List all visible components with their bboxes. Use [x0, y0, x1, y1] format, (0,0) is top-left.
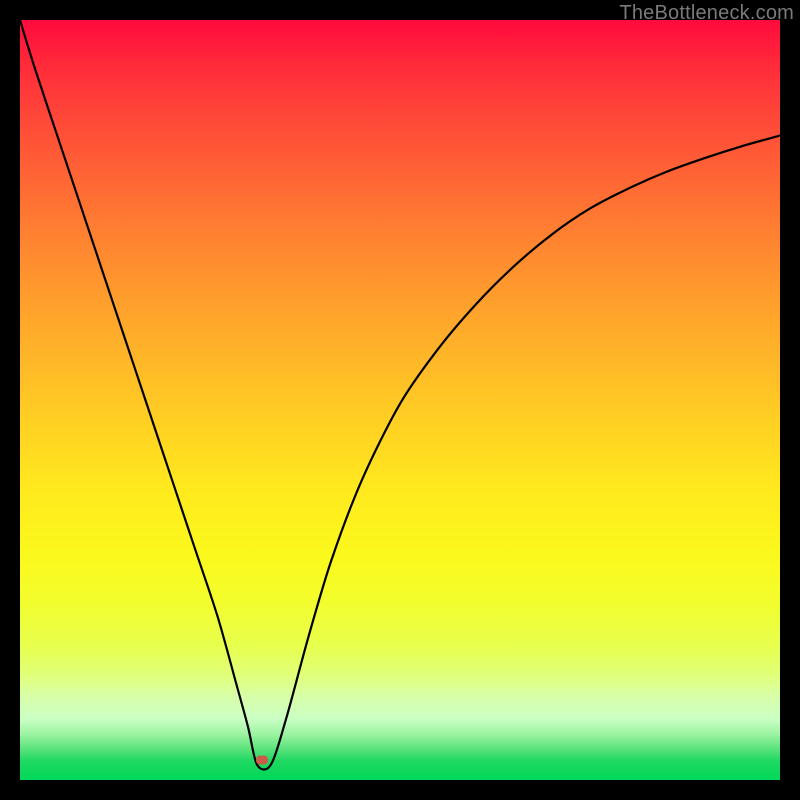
plot-area [20, 20, 780, 780]
bottleneck-curve [20, 20, 780, 780]
watermark-text: TheBottleneck.com [619, 2, 794, 25]
min-marker [256, 756, 268, 765]
chart-frame: TheBottleneck.com [0, 0, 800, 800]
